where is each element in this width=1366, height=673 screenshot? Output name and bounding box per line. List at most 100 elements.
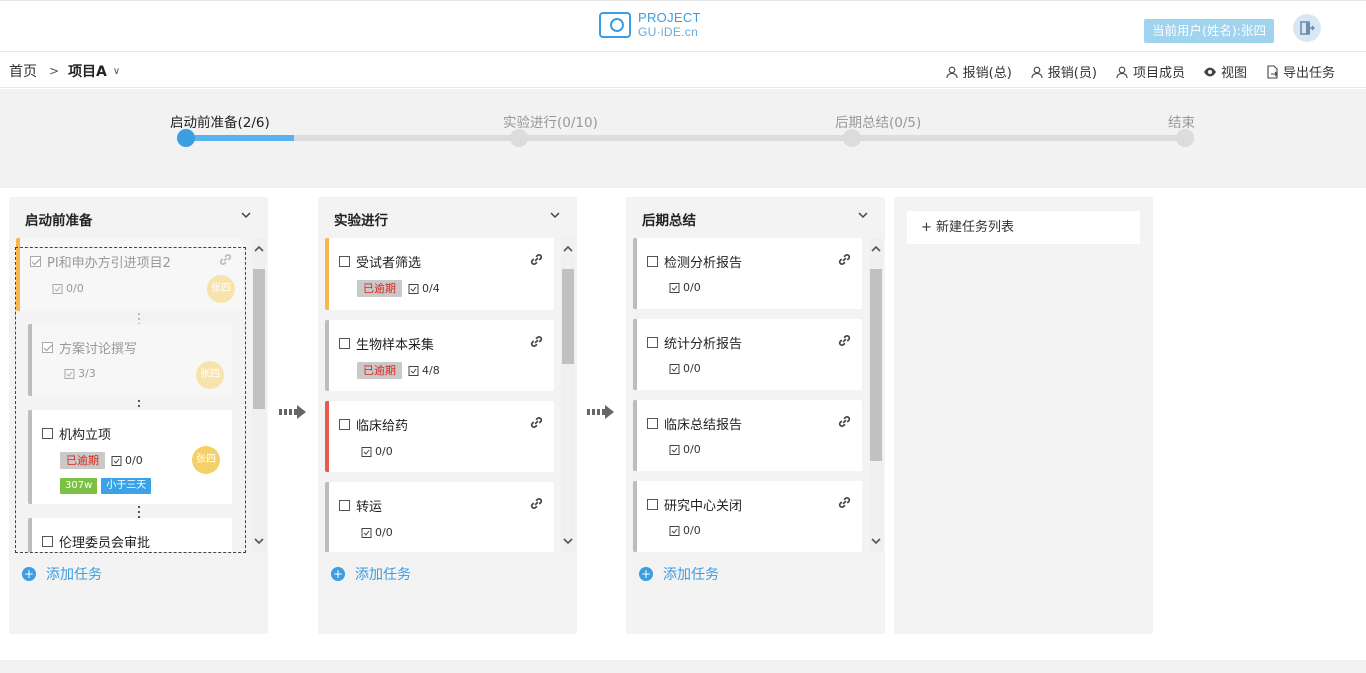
scroll-up-icon[interactable] xyxy=(563,244,573,254)
scroll-up-icon[interactable] xyxy=(871,244,881,254)
link-icon[interactable] xyxy=(837,252,852,267)
subtask-count: 0/0 xyxy=(683,524,701,537)
column-scrollbar[interactable] xyxy=(561,238,575,552)
task-title[interactable]: 检测分析报告 xyxy=(664,252,742,271)
logout-icon[interactable] xyxy=(1293,14,1321,42)
task-title[interactable]: 伦理委员会审批 xyxy=(59,532,150,551)
add-task-button[interactable]: + 添加任务 xyxy=(331,564,411,584)
link-icon[interactable] xyxy=(837,333,852,348)
stage-dot-2[interactable] xyxy=(510,129,528,147)
task-title[interactable]: 方案讨论撰写 xyxy=(59,338,137,357)
scroll-down-icon[interactable] xyxy=(254,536,264,546)
link-icon[interactable] xyxy=(218,252,233,267)
stage-dot-1[interactable] xyxy=(177,129,195,147)
task-checkbox[interactable] xyxy=(339,500,350,511)
stage-dot-4[interactable] xyxy=(1176,129,1194,147)
task-title[interactable]: 临床给药 xyxy=(356,415,408,434)
view-button[interactable]: 视图 xyxy=(1203,62,1247,81)
subtask-count: 0/0 xyxy=(683,443,701,456)
task-checkbox[interactable] xyxy=(647,418,658,429)
add-task-button[interactable]: + 添加任务 xyxy=(639,564,719,584)
task-checkbox[interactable] xyxy=(42,536,53,547)
link-icon[interactable] xyxy=(837,495,852,510)
task-list-column-1: 启动前准备 PI和申办方引进项目2 0/0 张四 方案讨论撰写 3/3 张四 机… xyxy=(9,197,268,634)
task-card[interactable]: 伦理委员会审批 xyxy=(28,518,232,552)
task-checkbox[interactable] xyxy=(30,256,41,267)
stage-progress: 启动前准备(2/6) 实验进行(0/10) 后期总结(0/5) 结束 xyxy=(0,89,1366,188)
task-card[interactable]: 机构立项 已逾期 0/0 307w 小于三天 张四 xyxy=(28,410,232,504)
overdue-badge: 已逾期 xyxy=(357,280,402,297)
assignee-avatar[interactable]: 张四 xyxy=(196,361,224,389)
chevron-down-icon[interactable]: ∨ xyxy=(113,66,120,77)
assignee-avatar[interactable]: 张四 xyxy=(207,275,235,303)
task-card[interactable]: 临床给药 0/0 xyxy=(325,401,554,472)
task-checkbox[interactable] xyxy=(647,256,658,267)
bottom-strip xyxy=(0,660,1366,673)
task-list-column-3: 后期总结 检测分析报告 0/0 统计分析报告 0/0 临床总结报告 0/0 研究… xyxy=(626,197,885,634)
project-guide-logo[interactable]: PROJECT GU·iDE.cn xyxy=(599,10,701,40)
subtask-count: 0/0 xyxy=(125,454,143,467)
task-tag[interactable]: 小于三天 xyxy=(101,478,152,494)
task-checkbox[interactable] xyxy=(339,419,350,430)
stage-label-2[interactable]: 实验进行(0/10) xyxy=(503,111,598,131)
task-card[interactable]: 受试者筛选 已逾期 0/4 xyxy=(325,238,554,310)
task-title[interactable]: PI和申办方引进项目2 xyxy=(47,252,171,271)
breadcrumb-project[interactable]: 项目A xyxy=(68,61,107,81)
task-card[interactable]: 检测分析报告 0/0 xyxy=(633,238,862,309)
reimburse-total-button[interactable]: 报销(总) xyxy=(945,62,1012,81)
subtask-count: 0/0 xyxy=(683,281,701,294)
add-task-button[interactable]: + 添加任务 xyxy=(22,564,102,584)
task-title[interactable]: 研究中心关闭 xyxy=(664,495,742,514)
task-card[interactable]: 转运 0/0 xyxy=(325,482,554,552)
scroll-up-icon[interactable] xyxy=(254,244,264,254)
link-icon[interactable] xyxy=(529,334,544,349)
task-title[interactable]: 受试者筛选 xyxy=(356,252,421,271)
link-icon[interactable] xyxy=(837,414,852,429)
reimburse-member-button[interactable]: 报销(员) xyxy=(1030,62,1097,81)
project-members-button[interactable]: 项目成员 xyxy=(1115,62,1185,81)
task-title[interactable]: 机构立项 xyxy=(59,424,111,443)
subtask-count: 0/0 xyxy=(66,282,84,295)
column-scrollbar[interactable] xyxy=(869,238,883,552)
task-card[interactable]: PI和申办方引进项目2 0/0 张四 xyxy=(16,238,243,311)
task-card[interactable]: 统计分析报告 0/0 xyxy=(633,319,862,390)
stage-track-fill xyxy=(186,135,294,141)
task-card[interactable]: 方案讨论撰写 3/3 张四 xyxy=(28,324,232,396)
scroll-down-icon[interactable] xyxy=(563,536,573,546)
task-title[interactable]: 转运 xyxy=(356,496,382,515)
chevron-down-icon[interactable] xyxy=(857,209,869,221)
task-checkbox[interactable] xyxy=(647,499,658,510)
breadcrumb-home[interactable]: 首页 xyxy=(9,61,37,81)
current-user-badge[interactable]: 当前用户(姓名):张四 xyxy=(1144,19,1274,43)
task-title[interactable]: 统计分析报告 xyxy=(664,333,742,352)
scrollbar-thumb[interactable] xyxy=(870,269,882,461)
link-icon[interactable] xyxy=(529,252,544,267)
chevron-down-icon[interactable] xyxy=(240,209,252,221)
task-checkbox[interactable] xyxy=(339,338,350,349)
new-list-column xyxy=(894,197,1153,634)
stage-dot-3[interactable] xyxy=(843,129,861,147)
new-task-list-button[interactable]: + 新建任务列表 xyxy=(907,211,1140,244)
scrollbar-thumb[interactable] xyxy=(562,269,574,364)
scroll-down-icon[interactable] xyxy=(871,536,881,546)
task-card[interactable]: 临床总结报告 0/0 xyxy=(633,400,862,471)
column-scrollbar[interactable] xyxy=(252,238,266,552)
link-icon[interactable] xyxy=(529,415,544,430)
assignee-avatar[interactable]: 张四 xyxy=(192,446,220,474)
task-checkbox[interactable] xyxy=(647,337,658,348)
task-checkbox[interactable] xyxy=(339,256,350,267)
export-tasks-button[interactable]: 导出任务 xyxy=(1265,62,1335,81)
stage-label-1[interactable]: 启动前准备(2/6) xyxy=(170,111,270,131)
task-title[interactable]: 临床总结报告 xyxy=(664,414,742,433)
task-card[interactable]: 研究中心关闭 0/0 xyxy=(633,481,862,552)
stage-label-4[interactable]: 结束 xyxy=(1168,111,1195,131)
task-tag[interactable]: 307w xyxy=(60,478,98,494)
chevron-down-icon[interactable] xyxy=(549,209,561,221)
task-checkbox[interactable] xyxy=(42,342,53,353)
scrollbar-thumb[interactable] xyxy=(253,269,265,409)
stage-label-3[interactable]: 后期总结(0/5) xyxy=(835,111,921,131)
task-card[interactable]: 生物样本采集 已逾期 4/8 xyxy=(325,320,554,391)
link-icon[interactable] xyxy=(529,496,544,511)
task-checkbox[interactable] xyxy=(42,428,53,439)
task-title[interactable]: 生物样本采集 xyxy=(356,334,434,353)
